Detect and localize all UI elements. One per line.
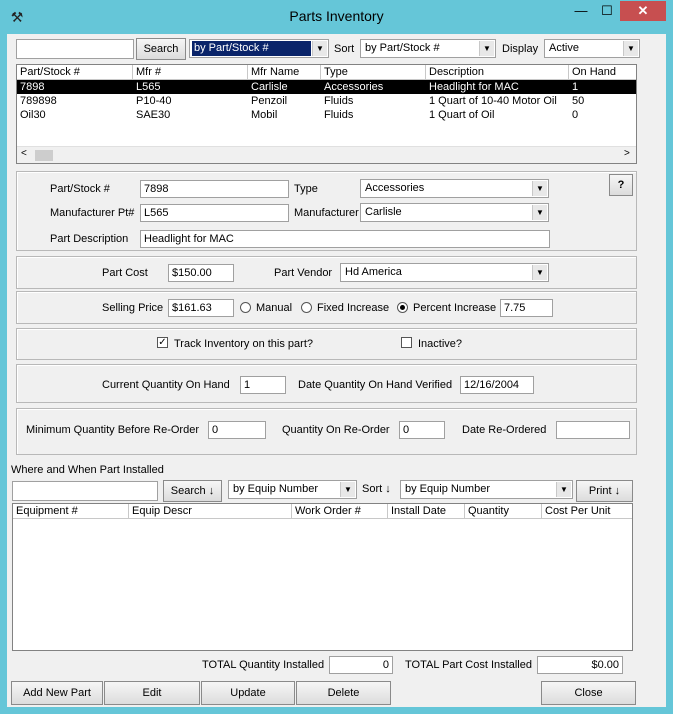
parts-table[interactable]: Part/Stock # Mfr # Mfr Name Type Descrip…: [16, 64, 637, 164]
installed-search-button[interactable]: Search ↓: [163, 480, 222, 502]
print-button[interactable]: Print ↓: [576, 480, 633, 502]
help-button[interactable]: ?: [609, 174, 633, 196]
column-header[interactable]: Part/Stock #: [17, 65, 133, 80]
date-reordered-label: Date Re-Ordered: [462, 424, 547, 436]
chevron-down-icon: ▼: [479, 41, 494, 56]
minimize-icon[interactable]: —: [568, 1, 594, 21]
window-frame-right: [666, 34, 673, 714]
fixed-increase-radio[interactable]: [301, 302, 312, 313]
part-vendor-select[interactable]: Hd America ▼: [340, 263, 549, 282]
sort-select[interactable]: by Part/Stock # ▼: [360, 39, 496, 58]
date-verified-field[interactable]: 12/16/2004: [460, 376, 534, 394]
manufacturer-label: Manufacturer: [294, 207, 359, 219]
help-icon: ?: [617, 179, 625, 191]
display-select[interactable]: Active ▼: [544, 39, 640, 58]
total-cost-field: $0.00: [537, 656, 623, 674]
table-row[interactable]: Oil30 SAE30 Mobil Fluids 1 Quart of Oil …: [17, 108, 636, 122]
total-cost-label: TOTAL Part Cost Installed: [405, 659, 532, 671]
installed-search-input[interactable]: [12, 481, 158, 501]
track-inventory-checkbox[interactable]: ✓: [157, 337, 168, 348]
inactive-checkbox[interactable]: [401, 337, 412, 348]
part-description-field[interactable]: Headlight for MAC: [140, 230, 550, 248]
chevron-down-icon: ▼: [532, 181, 547, 196]
column-header[interactable]: Type: [321, 65, 426, 80]
current-quantity-field[interactable]: 1: [240, 376, 286, 394]
chevron-down-icon: ▼: [532, 265, 547, 280]
horizontal-scrollbar[interactable]: < >: [17, 146, 636, 163]
sort-label: Sort: [334, 43, 355, 55]
window-frame-bottom: [0, 707, 673, 714]
maximize-icon[interactable]: ☐: [594, 1, 620, 21]
column-header[interactable]: Equip Descr: [129, 504, 292, 519]
display-label: Display: [502, 43, 539, 55]
quantity-on-reorder-field[interactable]: 0: [399, 421, 445, 439]
percent-increase-field[interactable]: 7.75: [500, 299, 553, 317]
inactive-label[interactable]: Inactive?: [418, 337, 462, 351]
selling-price-label: Selling Price: [102, 302, 164, 314]
column-header[interactable]: Work Order #: [292, 504, 388, 519]
column-header[interactable]: Quantity: [465, 504, 542, 519]
fixed-increase-label[interactable]: Fixed Increase: [317, 301, 389, 315]
installed-sort-select[interactable]: by Equip Number ▼: [400, 480, 573, 499]
total-quantity-field: 0: [329, 656, 393, 674]
delete-button[interactable]: Delete: [296, 681, 391, 705]
part-cost-label: Part Cost: [102, 267, 148, 279]
percent-increase-label[interactable]: Percent Increase: [413, 301, 496, 315]
track-inventory-label[interactable]: Track Inventory on this part?: [174, 337, 313, 351]
close-window-icon[interactable]: ✕: [620, 1, 666, 21]
date-verified-label: Date Quantity On Hand Verified: [298, 379, 453, 391]
chevron-down-icon: ▼: [312, 41, 327, 56]
table-row[interactable]: 789898 P10-40 Penzoil Fluids 1 Quart of …: [17, 94, 636, 108]
part-search-input[interactable]: [16, 39, 134, 59]
part-stock-field[interactable]: 7898: [140, 180, 289, 198]
total-quantity-label: TOTAL Quantity Installed: [202, 659, 325, 671]
installed-search-by-select[interactable]: by Equip Number ▼: [228, 480, 357, 499]
chevron-down-icon: ▼: [532, 205, 547, 220]
scroll-thumb[interactable]: [35, 150, 53, 161]
search-by-select[interactable]: by Part/Stock # ▼: [189, 39, 329, 58]
part-stock-label: Part/Stock #: [50, 183, 110, 195]
percent-increase-radio[interactable]: [397, 302, 408, 313]
date-reordered-field[interactable]: [556, 421, 630, 439]
column-header[interactable]: Equipment #: [13, 504, 129, 519]
type-select[interactable]: Accessories ▼: [360, 179, 549, 198]
chevron-right-icon[interactable]: >: [624, 148, 630, 159]
search-button[interactable]: Search: [136, 38, 186, 60]
chevron-down-icon: ▼: [623, 41, 638, 56]
manufacturer-select[interactable]: Carlisle ▼: [360, 203, 549, 222]
selling-price-field[interactable]: $161.63: [168, 299, 234, 317]
quantity-on-reorder-label: Quantity On Re-Order: [282, 424, 390, 436]
column-header[interactable]: On Hand: [569, 65, 636, 80]
manufacturer-pt-field[interactable]: L565: [140, 204, 289, 222]
column-header[interactable]: Install Date: [388, 504, 465, 519]
add-new-part-button[interactable]: Add New Part: [11, 681, 103, 705]
column-header[interactable]: Mfr #: [133, 65, 248, 80]
part-vendor-label: Part Vendor: [274, 267, 333, 279]
close-button[interactable]: Close: [541, 681, 636, 705]
column-header[interactable]: Cost Per Unit: [542, 504, 632, 519]
part-description-label: Part Description: [50, 233, 129, 245]
current-quantity-label: Current Quantity On Hand: [102, 379, 230, 391]
chevron-down-icon: ▼: [340, 482, 355, 497]
update-button[interactable]: Update: [201, 681, 295, 705]
minimum-quantity-label: Minimum Quantity Before Re-Order: [26, 424, 199, 436]
table-row[interactable]: 7898 L565 Carlisle Accessories Headlight…: [17, 80, 636, 94]
installed-sort-label[interactable]: Sort ↓: [362, 482, 391, 496]
part-cost-field[interactable]: $150.00: [168, 264, 234, 282]
chevron-down-icon: ▼: [556, 482, 571, 497]
column-header[interactable]: Mfr Name: [248, 65, 321, 80]
manufacturer-pt-label: Manufacturer Pt#: [50, 207, 135, 219]
edit-button[interactable]: Edit: [104, 681, 200, 705]
installed-table[interactable]: Equipment # Equip Descr Work Order # Ins…: [12, 503, 633, 651]
tracking-group: [16, 328, 637, 360]
window-frame-left: [0, 34, 7, 714]
type-label: Type: [294, 183, 318, 195]
minimum-quantity-field[interactable]: 0: [208, 421, 266, 439]
chevron-left-icon[interactable]: <: [21, 148, 27, 159]
column-header[interactable]: Description: [426, 65, 569, 80]
installed-section-label: Where and When Part Installed: [11, 464, 164, 476]
manual-radio[interactable]: [240, 302, 251, 313]
manual-label[interactable]: Manual: [256, 301, 292, 315]
